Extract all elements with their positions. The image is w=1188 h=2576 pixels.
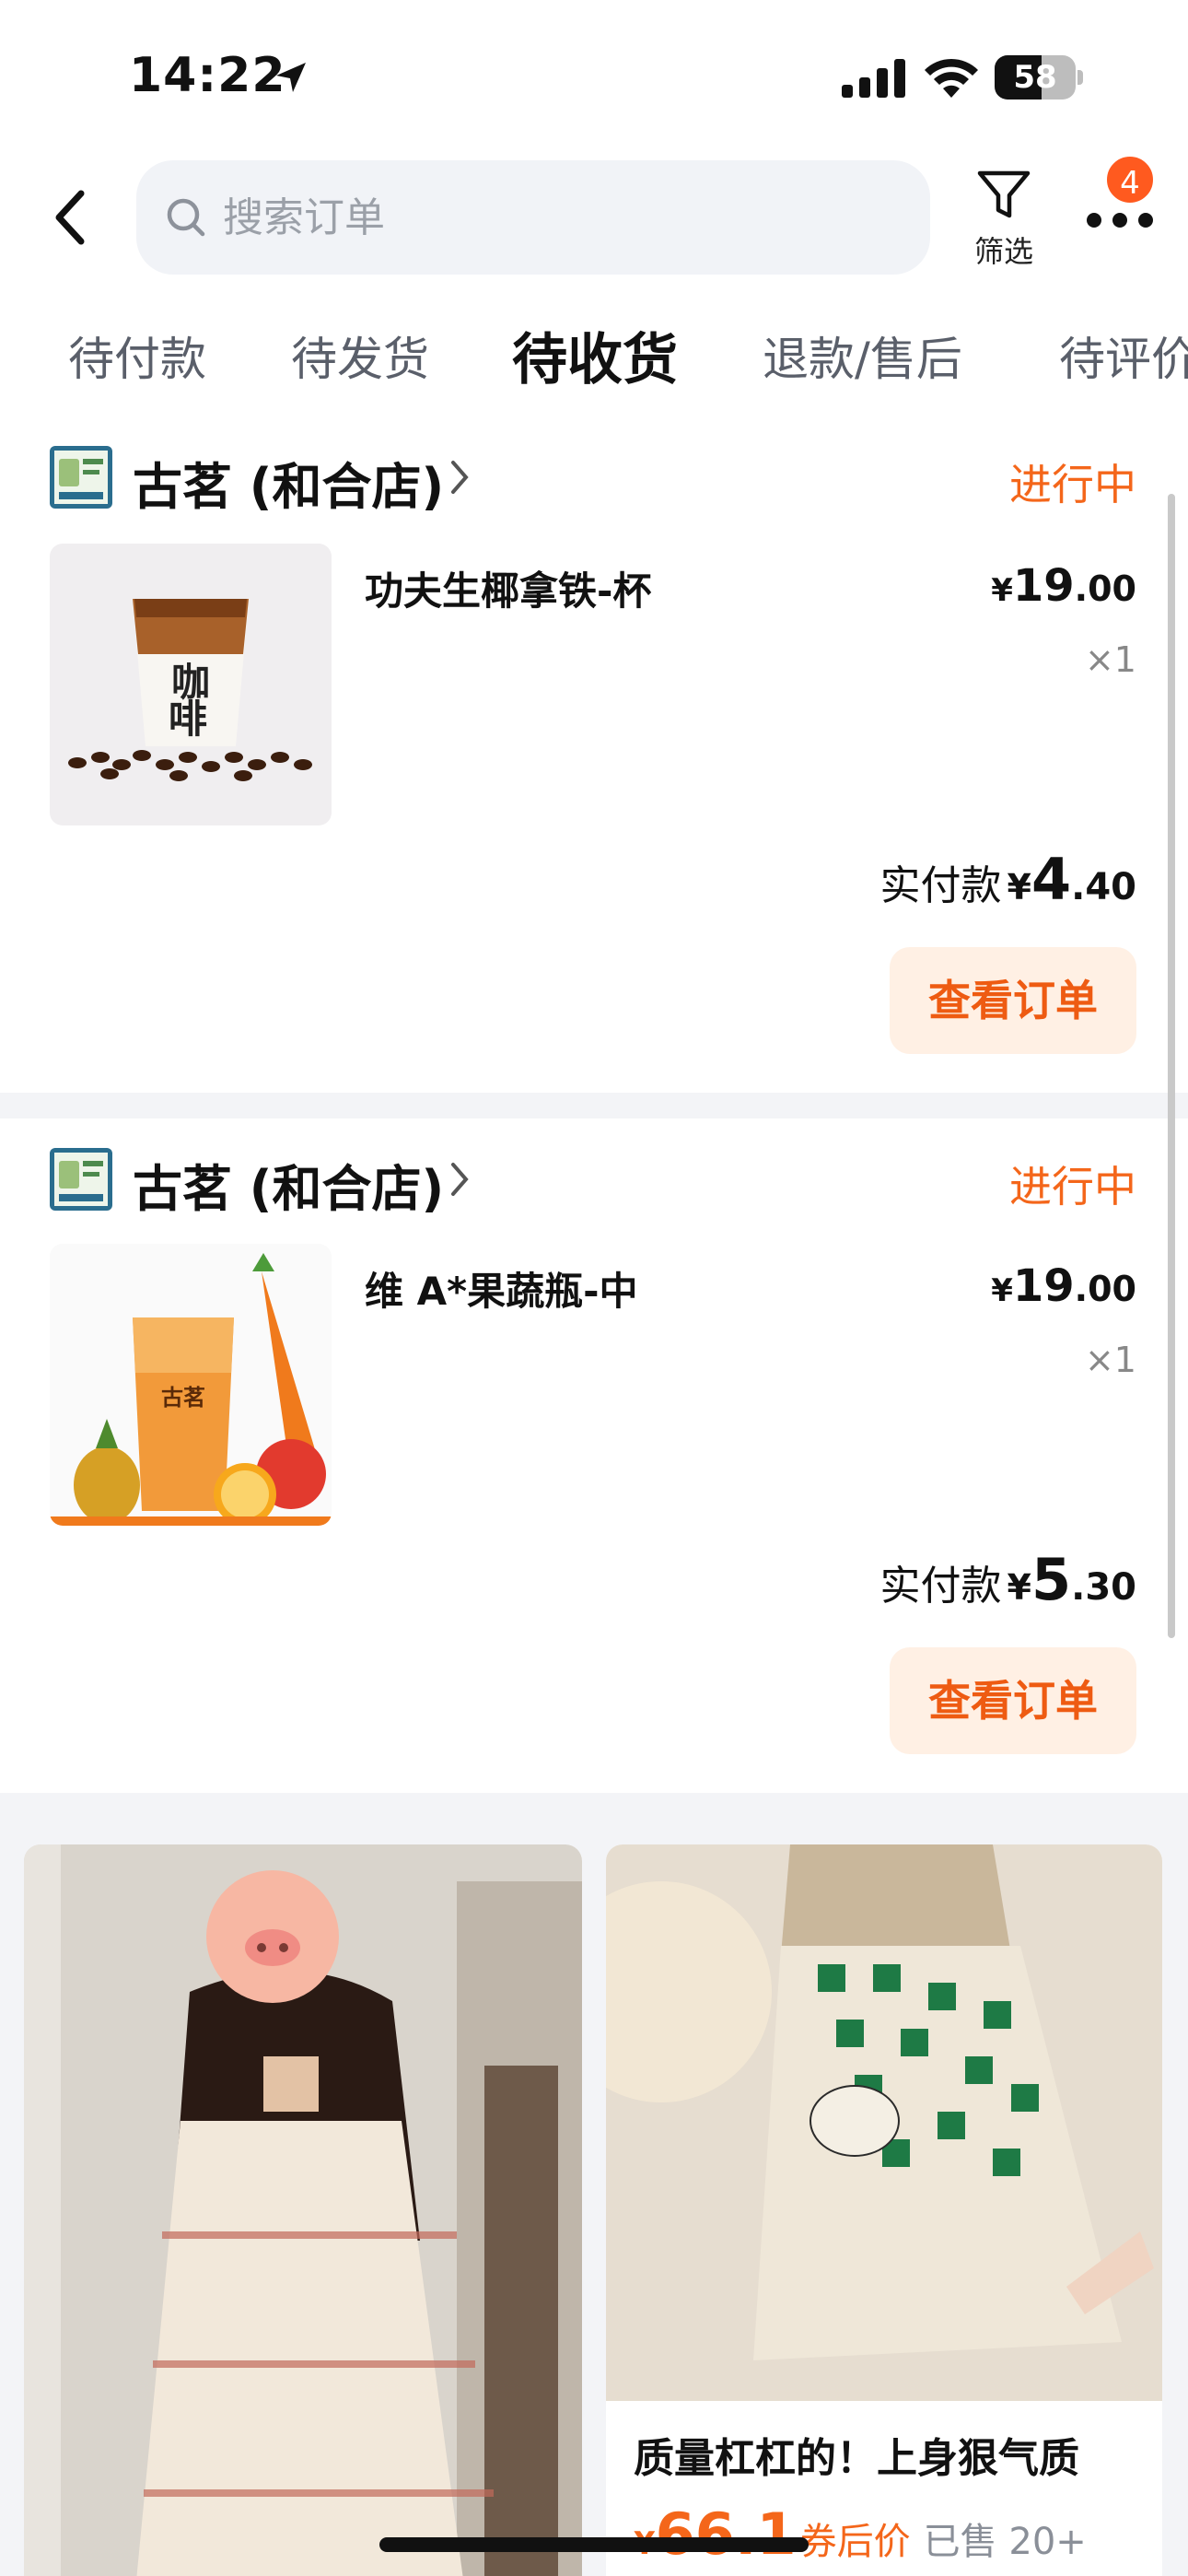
filter-button[interactable]: 筛选 [958,166,1050,276]
more-dots-icon [1087,213,1153,228]
order-tabs: 待付款 待发货 待收货 退款/售后 待评价 [0,304,1188,405]
recommendation-card[interactable] [24,1844,582,2576]
svg-text:啡: 啡 [169,697,207,742]
location-arrow-icon [276,63,306,92]
tab-pending-receipt[interactable]: 待收货 [512,315,678,395]
order-card: 古茗 (和合店) 进行中 咖 啡 功夫生椰拿铁-杯 ¥19.00 ×1 实付款 ¥… [0,413,1188,1093]
paid-amount: 实付款 ¥5.30 [879,1546,1136,1613]
battery-level: 58 [1013,59,1057,96]
status-bar: 14:22 58 [0,0,1188,157]
shop-logo [50,446,112,509]
chevron-right-icon[interactable] [446,457,473,498]
chevron-right-icon[interactable] [446,1159,473,1200]
top-bar: 14:22 58 搜索订单 筛选 4 待付款 待发货 待收货 退款/售后 待评价 [0,0,1188,413]
cellular-signal-icon [842,59,905,98]
item-name[interactable]: 维 A*果蔬瓶-中 [365,1260,638,1317]
tab-pending-review[interactable]: 待评价 [1059,322,1188,389]
wifi-icon [925,58,978,98]
scrollbar[interactable] [1168,494,1175,1638]
item-name[interactable]: 功夫生椰拿铁-杯 [365,560,651,616]
view-order-button[interactable]: 查看订单 [890,947,1136,1054]
search-input[interactable] [223,160,904,275]
tab-pending-shipment[interactable]: 待发货 [291,322,429,389]
product-thumbnail[interactable]: 咖 啡 [50,544,332,825]
item-price: ¥19.00 [991,560,1136,612]
view-order-button[interactable]: 查看订单 [890,1647,1136,1754]
search-box[interactable] [136,160,930,275]
order-status: 进行中 [1009,460,1136,509]
tab-pending-payment[interactable]: 待付款 [68,322,206,389]
shop-name[interactable]: 古茗 (和合店) [133,1148,444,1221]
recommendation-price: ¥66.1券后价已售 20+ [634,2500,1087,2568]
paid-amount: 实付款 ¥4.40 [879,846,1136,913]
home-indicator[interactable] [379,2537,809,2552]
chevron-left-icon[interactable] [46,184,94,251]
item-price: ¥19.00 [991,1260,1136,1312]
svg-text:古茗: 古茗 [161,1384,205,1411]
shop-logo [50,1148,112,1211]
order-card: 古茗 (和合店) 进行中 古茗 维 A*果蔬瓶-中 ¥19.00 ×1 实付款 ¥… [0,1118,1188,1793]
order-status: 进行中 [1009,1162,1136,1212]
funnel-icon [977,170,1031,218]
battery-icon: 58 [995,55,1083,100]
product-thumbnail[interactable]: 古茗 [50,1244,332,1526]
product-image [606,1844,1162,2401]
notification-badge: 4 [1103,153,1157,206]
item-quantity: ×1 [1084,1340,1136,1380]
filter-label: 筛选 [973,234,1033,269]
recommendation-card[interactable]: 质量杠杠的！上身狠气质 ¥66.1券后价已售 20+ [606,1844,1162,2576]
recommendation-title[interactable]: 质量杠杠的！上身狠气质 [634,2425,1079,2484]
recommendation-feed: 质量杠杠的！上身狠气质 ¥66.1券后价已售 20+ [0,1817,1188,2576]
product-image [24,1844,582,2576]
item-quantity: ×1 [1084,639,1136,680]
status-time: 14:22 [129,48,286,103]
tab-refund-aftersale[interactable]: 退款/售后 [763,322,962,389]
search-icon [167,198,205,237]
shop-name[interactable]: 古茗 (和合店) [133,446,444,519]
